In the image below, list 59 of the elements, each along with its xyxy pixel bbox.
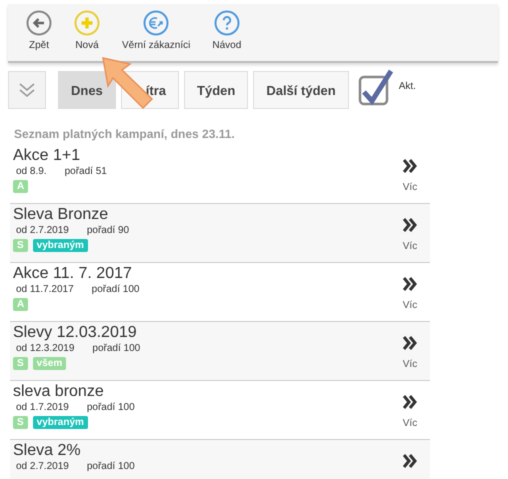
- campaign-row[interactable]: Sleva 2% od 2.7.2019 pořadí 100: [10, 440, 430, 479]
- tag: vybraným: [32, 416, 88, 429]
- campaign-row[interactable]: Akce 1+1 od 8.9. pořadí 51 A Víc: [10, 145, 430, 204]
- start-date: od 1.7.2019: [16, 402, 69, 413]
- priority: pořadí 100: [86, 461, 135, 472]
- more-link[interactable]: Víc: [402, 182, 418, 193]
- start-date: od 12.3.2019: [16, 343, 74, 354]
- filter-tab[interactable]: Dnes: [58, 71, 116, 109]
- toolbar-button[interactable]: Věrní zákazníci: [114, 4, 198, 61]
- back-icon: [26, 10, 52, 36]
- more-link[interactable]: Víc: [402, 359, 418, 370]
- checkbox[interactable]: [358, 68, 394, 106]
- tag: A: [13, 180, 28, 193]
- double-chevron-icon[interactable]: [403, 159, 417, 173]
- priority: pořadí 100: [86, 402, 135, 413]
- tag: A: [13, 298, 28, 311]
- toolbar-button[interactable]: Zpět: [18, 4, 60, 61]
- priority: pořadí 51: [64, 166, 107, 177]
- campaign-name: Akce 11. 7. 2017: [13, 265, 132, 283]
- tag: vybraným: [32, 239, 88, 252]
- double-chevron-icon[interactable]: [403, 454, 417, 468]
- filter-tab[interactable]: Další týden: [253, 71, 349, 109]
- double-chevron-icon[interactable]: [403, 395, 417, 409]
- list-title: Seznam platných kampaní, dnes 23.11.: [14, 127, 236, 141]
- collapse-button[interactable]: [8, 71, 46, 109]
- campaign-name: Sleva 2%: [13, 442, 81, 460]
- campaign-name: Akce 1+1: [13, 147, 80, 165]
- tag: S: [13, 416, 28, 429]
- campaign-row[interactable]: Akce 11. 7. 2017 od 11.7.2017 pořadí 100 A Víc: [10, 263, 430, 322]
- help-icon: [214, 10, 240, 36]
- more-link[interactable]: Víc: [402, 300, 418, 311]
- checkbox-label: Akt.: [398, 81, 416, 92]
- priority: pořadí 90: [86, 225, 130, 236]
- campaign-name: sleva bronze: [13, 383, 104, 401]
- campaign-row[interactable]: Slevy 12.03.2019 od 12.3.2019 pořadí 100 S všem Víc: [10, 322, 430, 381]
- chevrons-down-icon: [18, 82, 36, 98]
- more-link[interactable]: Víc: [402, 241, 418, 252]
- double-chevron-icon[interactable]: [403, 218, 417, 232]
- more-link[interactable]: Víc: [402, 418, 418, 429]
- tag: S: [13, 357, 28, 370]
- campaign-row[interactable]: sleva bronze od 1.7.2019 pořadí 100 S vybraným Víc: [10, 381, 430, 440]
- priority: pořadí 100: [92, 284, 140, 295]
- euro-icon: [143, 10, 170, 36]
- campaign-name: Slevy 12.03.2019: [13, 324, 137, 342]
- filter-tab[interactable]: Týden: [184, 71, 248, 109]
- toolbar-button[interactable]: Nová: [66, 4, 108, 61]
- double-chevron-icon[interactable]: [403, 336, 417, 350]
- campaign-name: Sleva Bronze: [13, 206, 108, 224]
- start-date: od 8.9.: [16, 166, 47, 177]
- add-icon: [74, 10, 100, 36]
- tag: S: [13, 239, 28, 252]
- start-date: od 11.7.2017: [16, 284, 74, 295]
- toolbar-button[interactable]: Návod: [204, 4, 250, 61]
- start-date: od 2.7.2019: [16, 461, 69, 472]
- priority: pořadí 100: [92, 343, 140, 354]
- tag: všem: [32, 357, 66, 370]
- start-date: od 2.7.2019: [16, 225, 69, 236]
- double-chevron-icon[interactable]: [403, 277, 417, 291]
- campaign-row[interactable]: Sleva Bronze od 2.7.2019 pořadí 90 S vybraným Víc: [10, 204, 430, 263]
